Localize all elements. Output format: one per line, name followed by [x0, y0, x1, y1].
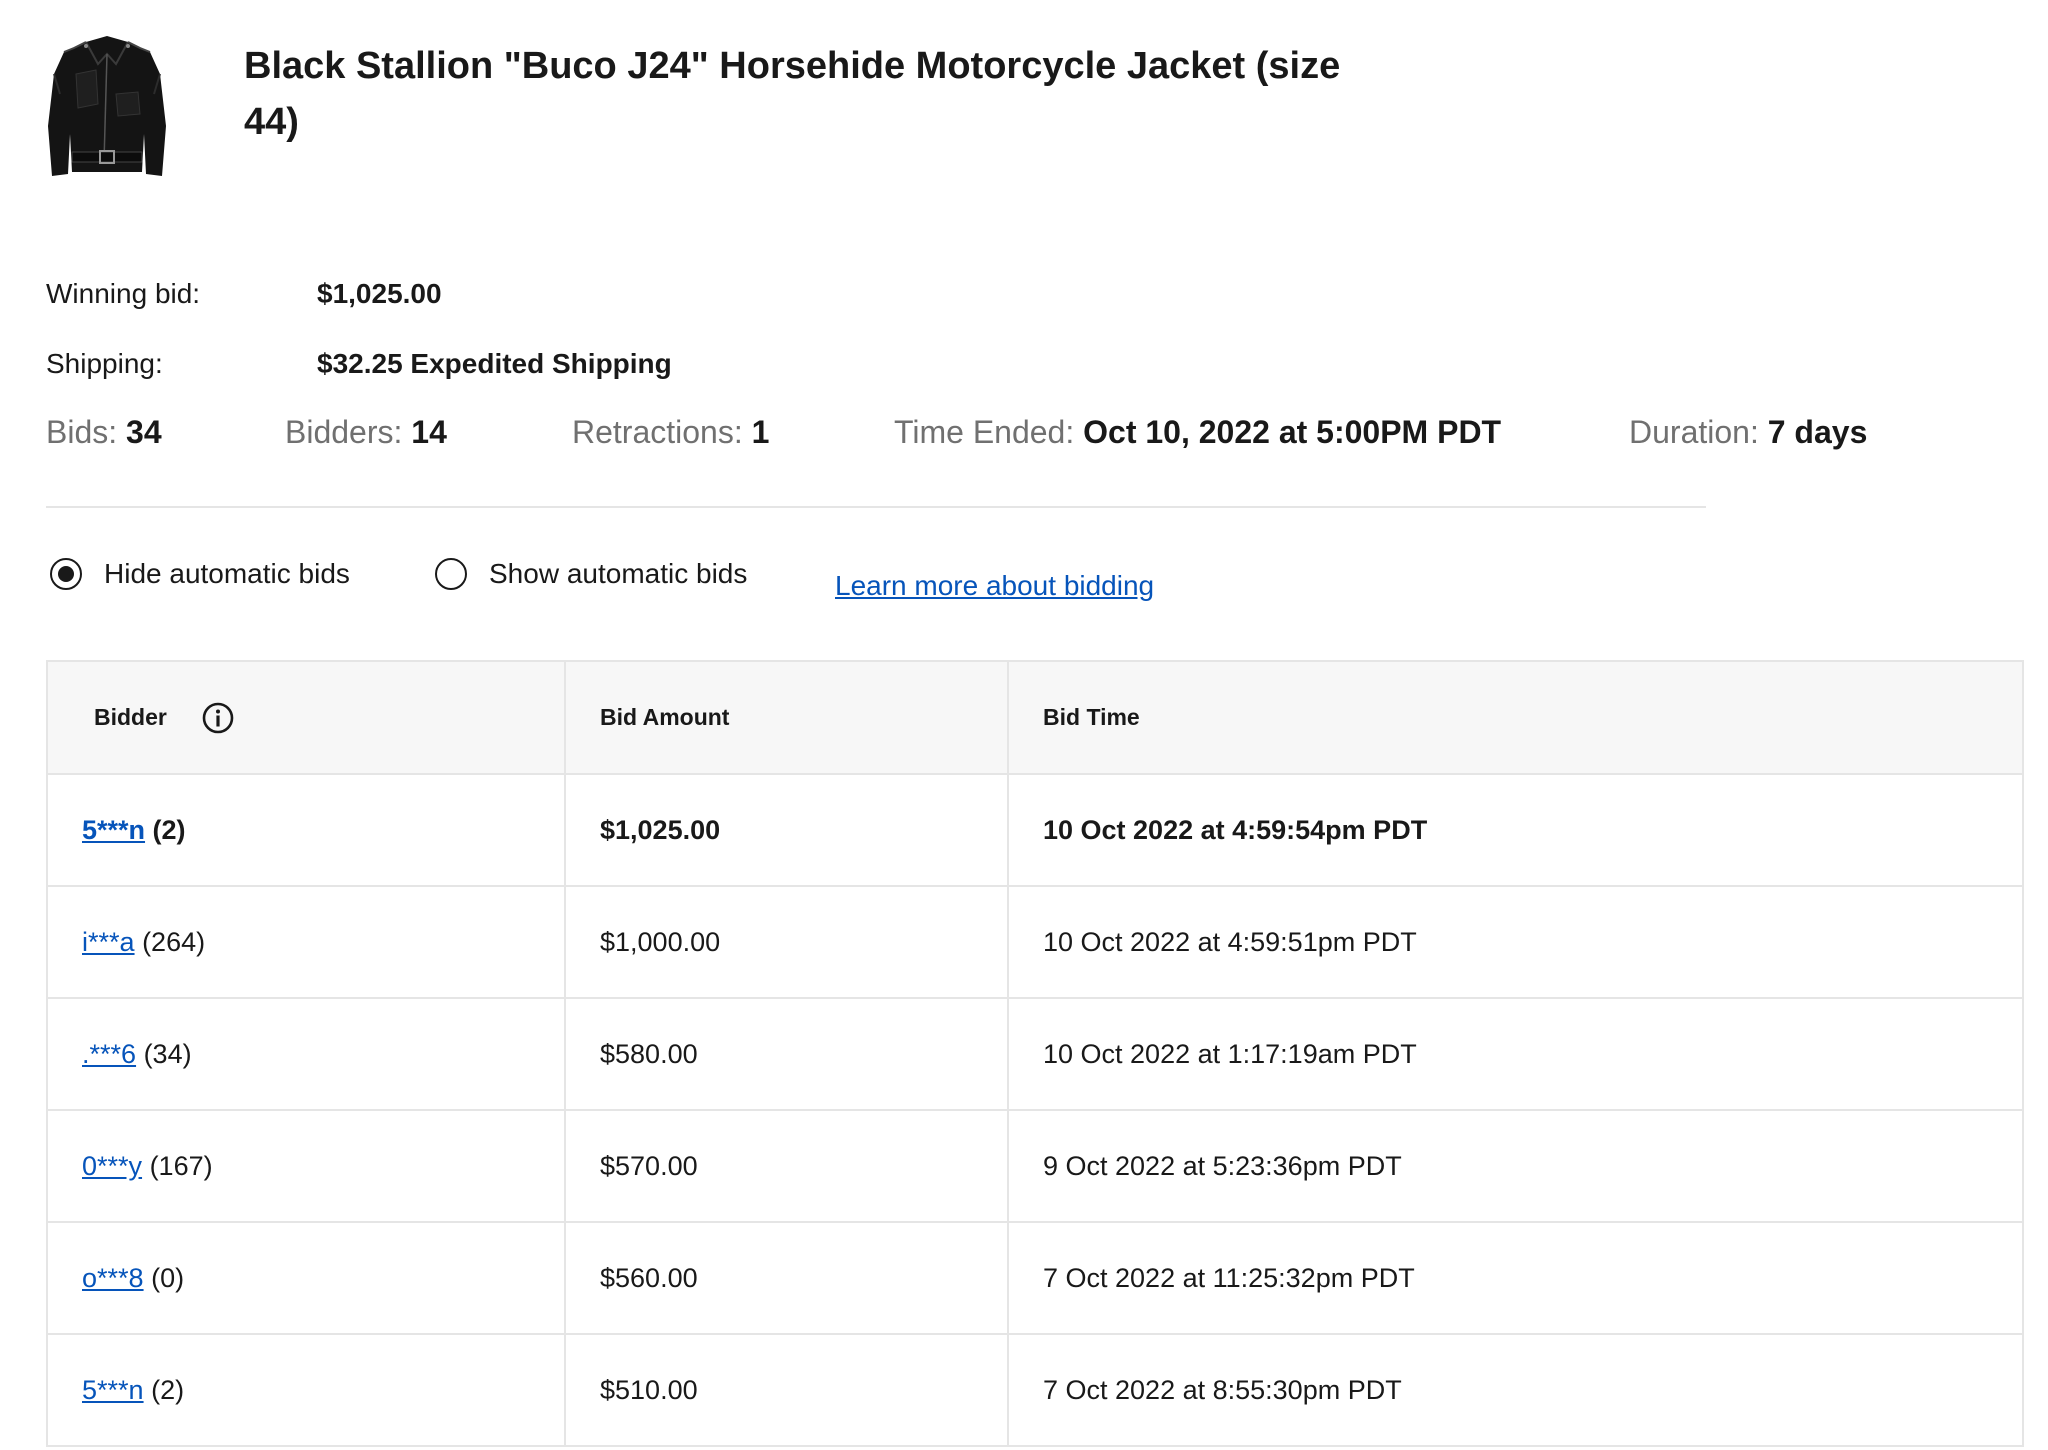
- bidder-link[interactable]: o***8: [82, 1263, 144, 1293]
- bid-history-table: Bidder Bid Amount Bid Time 5***n (2) $1,0…: [46, 660, 2024, 1447]
- info-icon[interactable]: [201, 701, 235, 735]
- bidder-header-label: Bidder: [94, 704, 167, 730]
- learn-more-link[interactable]: Learn more about bidding: [835, 570, 1154, 602]
- show-automatic-bids-label: Show automatic bids: [489, 558, 748, 589]
- bid-amount-cell: $570.00: [564, 1109, 1009, 1223]
- stat-retractions-value: 1: [751, 414, 770, 450]
- stat-retractions-label: Retractions:: [572, 414, 743, 450]
- hide-automatic-bids-label: Hide automatic bids: [104, 558, 350, 589]
- shipping-label: Shipping:: [46, 348, 163, 379]
- table-row: 5***n (2) $1,025.00 10 Oct 2022 at 4:59:54…: [46, 773, 2024, 887]
- bidder-feedback-score: (34): [143, 1038, 192, 1069]
- bidder-feedback-score: (0): [151, 1262, 185, 1293]
- table-row: .***6 (34) $580.00 10 Oct 2022 at 1:17:19a…: [46, 997, 2024, 1111]
- table-row: 0***y (167) $570.00 9 Oct 2022 at 5:23:36p…: [46, 1109, 2024, 1223]
- stat-duration-value: 7 days: [1767, 414, 1868, 450]
- item-header: [46, 34, 168, 182]
- bidder-cell: o***8 (0): [46, 1221, 566, 1335]
- winning-bid-label: Winning bid:: [46, 278, 201, 309]
- table-row: o***8 (0) $560.00 7 Oct 2022 at 11:25:32pm…: [46, 1221, 2024, 1335]
- bid-time-column-header: Bid Time: [1007, 660, 2024, 775]
- shipping-row: Shipping: $32.25 Expedited Shipping: [46, 348, 672, 380]
- bid-time-cell: 9 Oct 2022 at 5:23:36pm PDT: [1007, 1109, 2024, 1223]
- shipping-value: $32.25 Expedited Shipping: [317, 348, 672, 379]
- bid-rows: 5***n (2) $1,025.00 10 Oct 2022 at 4:59:54…: [46, 773, 2024, 1447]
- bid-amount-column-header: Bid Amount: [564, 660, 1009, 775]
- hide-automatic-bids-radio[interactable]: [50, 558, 82, 590]
- bidder-link[interactable]: .***6: [82, 1039, 136, 1069]
- bidder-link[interactable]: 5***n: [82, 815, 145, 845]
- table-row: 5***n (2) $510.00 7 Oct 2022 at 8:55:30pm …: [46, 1333, 2024, 1447]
- bidder-column-header: Bidder: [46, 660, 566, 775]
- bidder-cell: .***6 (34): [46, 997, 566, 1111]
- winning-bid-value: $1,025.00: [317, 278, 442, 309]
- table-header-row: Bidder Bid Amount Bid Time: [46, 660, 2024, 775]
- winning-bid-row: Winning bid: $1,025.00: [46, 278, 442, 310]
- bidder-link[interactable]: i***a: [82, 927, 135, 957]
- stat-bids-label: Bids:: [46, 414, 118, 450]
- bidder-link[interactable]: 5***n: [82, 1375, 144, 1405]
- stat-bids-value: 34: [126, 414, 162, 450]
- item-title: Black Stallion "Buco J24" Horsehide Moto…: [244, 45, 1341, 143]
- stat-bidders-value: 14: [411, 414, 447, 450]
- table-row: i***a (264) $1,000.00 10 Oct 2022 at 4:59:…: [46, 885, 2024, 999]
- stat-time-ended-label: Time Ended:: [894, 414, 1075, 450]
- bid-time-cell: 7 Oct 2022 at 8:55:30pm PDT: [1007, 1333, 2024, 1447]
- bidder-cell: 0***y (167): [46, 1109, 566, 1223]
- stat-time-ended: Time Ended: Oct 10, 2022 at 5:00PM PDT: [894, 414, 1501, 451]
- bidder-link[interactable]: 0***y: [82, 1151, 142, 1181]
- bid-time-cell: 10 Oct 2022 at 1:17:19am PDT: [1007, 997, 2024, 1111]
- bid-time-cell: 10 Oct 2022 at 4:59:54pm PDT: [1007, 773, 2024, 887]
- stat-bidders: Bidders: 14: [285, 414, 447, 451]
- stat-duration-label: Duration:: [1629, 414, 1759, 450]
- section-divider: [46, 506, 1706, 508]
- bid-time-cell: 7 Oct 2022 at 11:25:32pm PDT: [1007, 1221, 2024, 1335]
- auction-stats: Bids: 34 Bidders: 14 Retractions: 1 Time…: [46, 414, 1946, 458]
- bidder-cell: 5***n (2): [46, 1333, 566, 1447]
- bidder-feedback-score: (167): [149, 1150, 213, 1181]
- bid-amount-cell: $1,000.00: [564, 885, 1009, 999]
- bidder-cell: i***a (264): [46, 885, 566, 999]
- jacket-thumbnail-image: [48, 36, 166, 176]
- stat-time-ended-value: Oct 10, 2022 at 5:00PM PDT: [1083, 414, 1502, 450]
- bidder-feedback-score: (2): [152, 814, 186, 845]
- bid-amount-cell: $580.00: [564, 997, 1009, 1111]
- bid-time-cell: 10 Oct 2022 at 4:59:51pm PDT: [1007, 885, 2024, 999]
- show-automatic-bids-option[interactable]: Show automatic bids: [435, 558, 747, 590]
- bid-amount-cell: $510.00: [564, 1333, 1009, 1447]
- bid-amount-cell: $560.00: [564, 1221, 1009, 1335]
- stat-retractions: Retractions: 1: [572, 414, 769, 451]
- bidder-feedback-score: (2): [151, 1374, 185, 1405]
- bidder-feedback-score: (264): [142, 926, 206, 957]
- stat-bids: Bids: 34: [46, 414, 162, 451]
- hide-automatic-bids-option[interactable]: Hide automatic bids: [50, 558, 350, 590]
- bidder-cell: 5***n (2): [46, 773, 566, 887]
- bid-amount-cell: $1,025.00: [564, 773, 1009, 887]
- show-automatic-bids-radio[interactable]: [435, 558, 467, 590]
- stat-bidders-label: Bidders:: [285, 414, 403, 450]
- stat-duration: Duration: 7 days: [1629, 414, 1867, 451]
